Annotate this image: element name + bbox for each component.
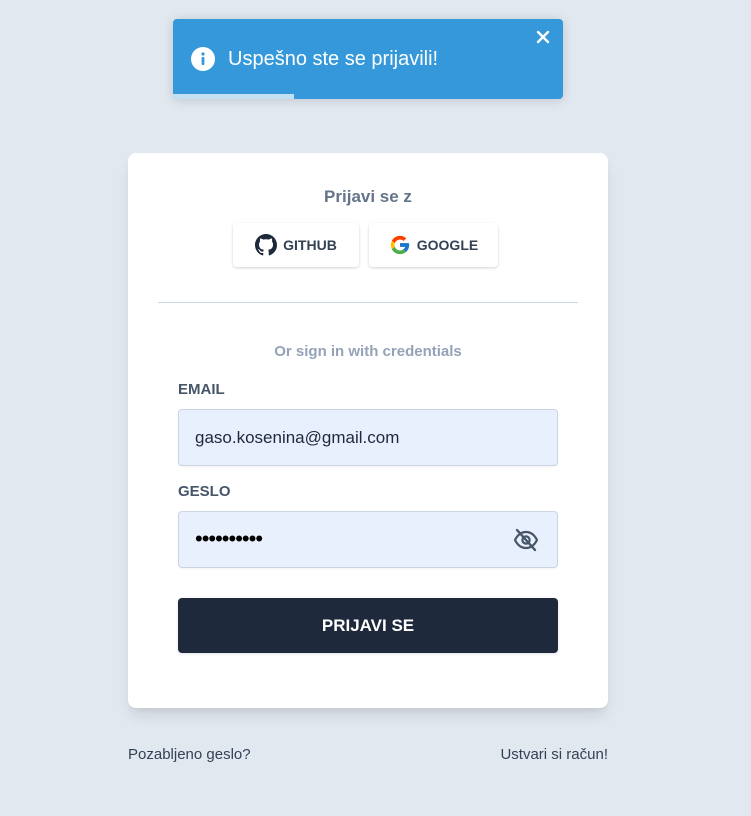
github-login-button[interactable]: GITHUB xyxy=(233,223,359,267)
email-value: gaso.kosenina@gmail.com xyxy=(195,428,400,447)
email-field[interactable]: gaso.kosenina@gmail.com xyxy=(178,409,558,466)
forgot-password-link[interactable]: Pozabljeno geslo? xyxy=(128,746,251,763)
google-label: GOOGLE xyxy=(416,237,479,253)
info-icon xyxy=(191,47,215,71)
card-heading: Prijavi se z xyxy=(324,187,412,206)
toast-notification[interactable]: Uspešno ste se prijavili! xyxy=(173,19,563,99)
eye-slash-icon[interactable] xyxy=(513,528,539,552)
credentials-caption: Or sign in with credentials xyxy=(274,343,462,360)
password-label: GESLO xyxy=(178,483,231,500)
login-card: Prijavi se z GITHUB GOOGLE Or sign in wi… xyxy=(128,153,608,708)
password-field[interactable]: •••••••••• xyxy=(178,511,558,568)
close-icon[interactable] xyxy=(535,29,551,45)
github-label: GITHUB xyxy=(283,237,337,253)
google-icon xyxy=(390,235,409,255)
toast-progress-track xyxy=(173,94,563,99)
create-account-link[interactable]: Ustvari si račun! xyxy=(500,746,608,763)
github-icon xyxy=(255,234,278,256)
divider xyxy=(158,302,578,303)
email-label: EMAIL xyxy=(178,381,225,398)
toast-message: Uspešno ste se prijavili! xyxy=(228,48,439,70)
submit-button[interactable]: PRIJAVI SE xyxy=(178,598,558,653)
toast-progress-bar xyxy=(173,94,294,99)
google-login-button[interactable]: GOOGLE xyxy=(369,223,498,267)
password-value: •••••••••• xyxy=(195,526,263,551)
